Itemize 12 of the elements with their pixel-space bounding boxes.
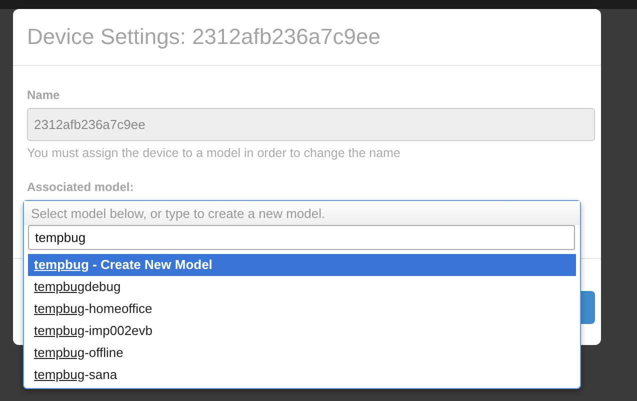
dropdown-hint: Select model below, or type to create a new model. <box>24 201 580 225</box>
model-option[interactable]: tempbug-sana <box>28 364 576 386</box>
model-option[interactable]: tempbug - Create New Model <box>28 254 576 276</box>
field-label: Name <box>27 88 61 102</box>
model-option[interactable]: tempbug-homeoffice <box>28 298 576 320</box>
search-field[interactable]: tempbug <box>28 225 575 250</box>
dialog-title: Device Settings: 2312afb236a7c9ee <box>27 24 380 50</box>
model-option[interactable]: tempbug-imp002evb <box>28 320 576 342</box>
help-text: You must assign the device to a model in order to change the name <box>27 146 402 160</box>
model-option[interactable]: tempbugdebug <box>28 276 576 298</box>
field-label: Associated model: <box>27 180 135 194</box>
model-option[interactable]: tempbug-offline <box>28 342 576 364</box>
